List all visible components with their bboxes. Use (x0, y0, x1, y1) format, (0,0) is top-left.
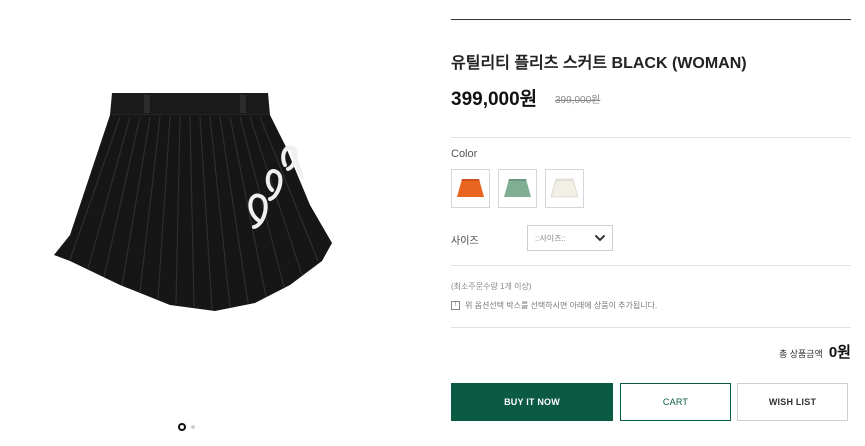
skirt-thumbnail-icon (550, 178, 579, 197)
divider (451, 19, 851, 20)
divider (451, 265, 851, 266)
color-label: Color (451, 148, 478, 160)
carousel-dot-active[interactable] (178, 423, 186, 431)
carousel-dot[interactable] (191, 425, 195, 429)
total-price-value: 0원 (828, 344, 851, 361)
buy-now-button[interactable]: BUY IT NOW (451, 383, 613, 421)
skirt-thumbnail-icon (504, 178, 531, 197)
option-notice-text: 위 옵션선택 박스를 선택하시면 아래에 상품이 추가됩니다. (465, 301, 658, 310)
product-price: 399,000원 (451, 89, 538, 110)
product-detail-page: 유틸리티 플리츠 스커트 BLACK (WOMAN) 399,000원 399,… (0, 0, 865, 446)
divider (451, 327, 851, 328)
total-price: 총 상품금액 0원 (779, 341, 851, 362)
divider (451, 137, 851, 138)
info-icon: ! (451, 301, 460, 310)
product-title: 유틸리티 플리츠 스커트 BLACK (WOMAN) (451, 55, 747, 72)
product-info: 유틸리티 플리츠 스커트 BLACK (WOMAN) 399,000원 399,… (451, 0, 851, 446)
min-order-note: (최소주문수량 1개 이상) (451, 282, 532, 291)
total-price-label: 총 상품금액 (778, 349, 823, 359)
chevron-down-icon (594, 234, 606, 242)
skirt-thumbnail-icon (457, 178, 484, 197)
color-swatch-green[interactable] (498, 169, 537, 208)
color-swatch-orange[interactable] (451, 169, 490, 208)
product-image[interactable] (40, 85, 340, 325)
size-select[interactable]: ::사이즈:: (527, 225, 613, 251)
original-price: 399,000원 (555, 95, 601, 106)
size-select-value: ::사이즈:: (535, 233, 566, 243)
size-label: 사이즈 (451, 236, 479, 247)
carousel-dots (178, 423, 195, 431)
wish-list-button[interactable]: WISH LIST (737, 383, 848, 421)
product-gallery (0, 0, 380, 446)
color-swatches (451, 169, 584, 208)
option-notice: ! 위 옵션선택 박스를 선택하시면 아래에 상품이 추가됩니다. (451, 300, 657, 311)
add-to-cart-button[interactable]: CART (620, 383, 731, 421)
color-swatch-ivory[interactable] (545, 169, 584, 208)
